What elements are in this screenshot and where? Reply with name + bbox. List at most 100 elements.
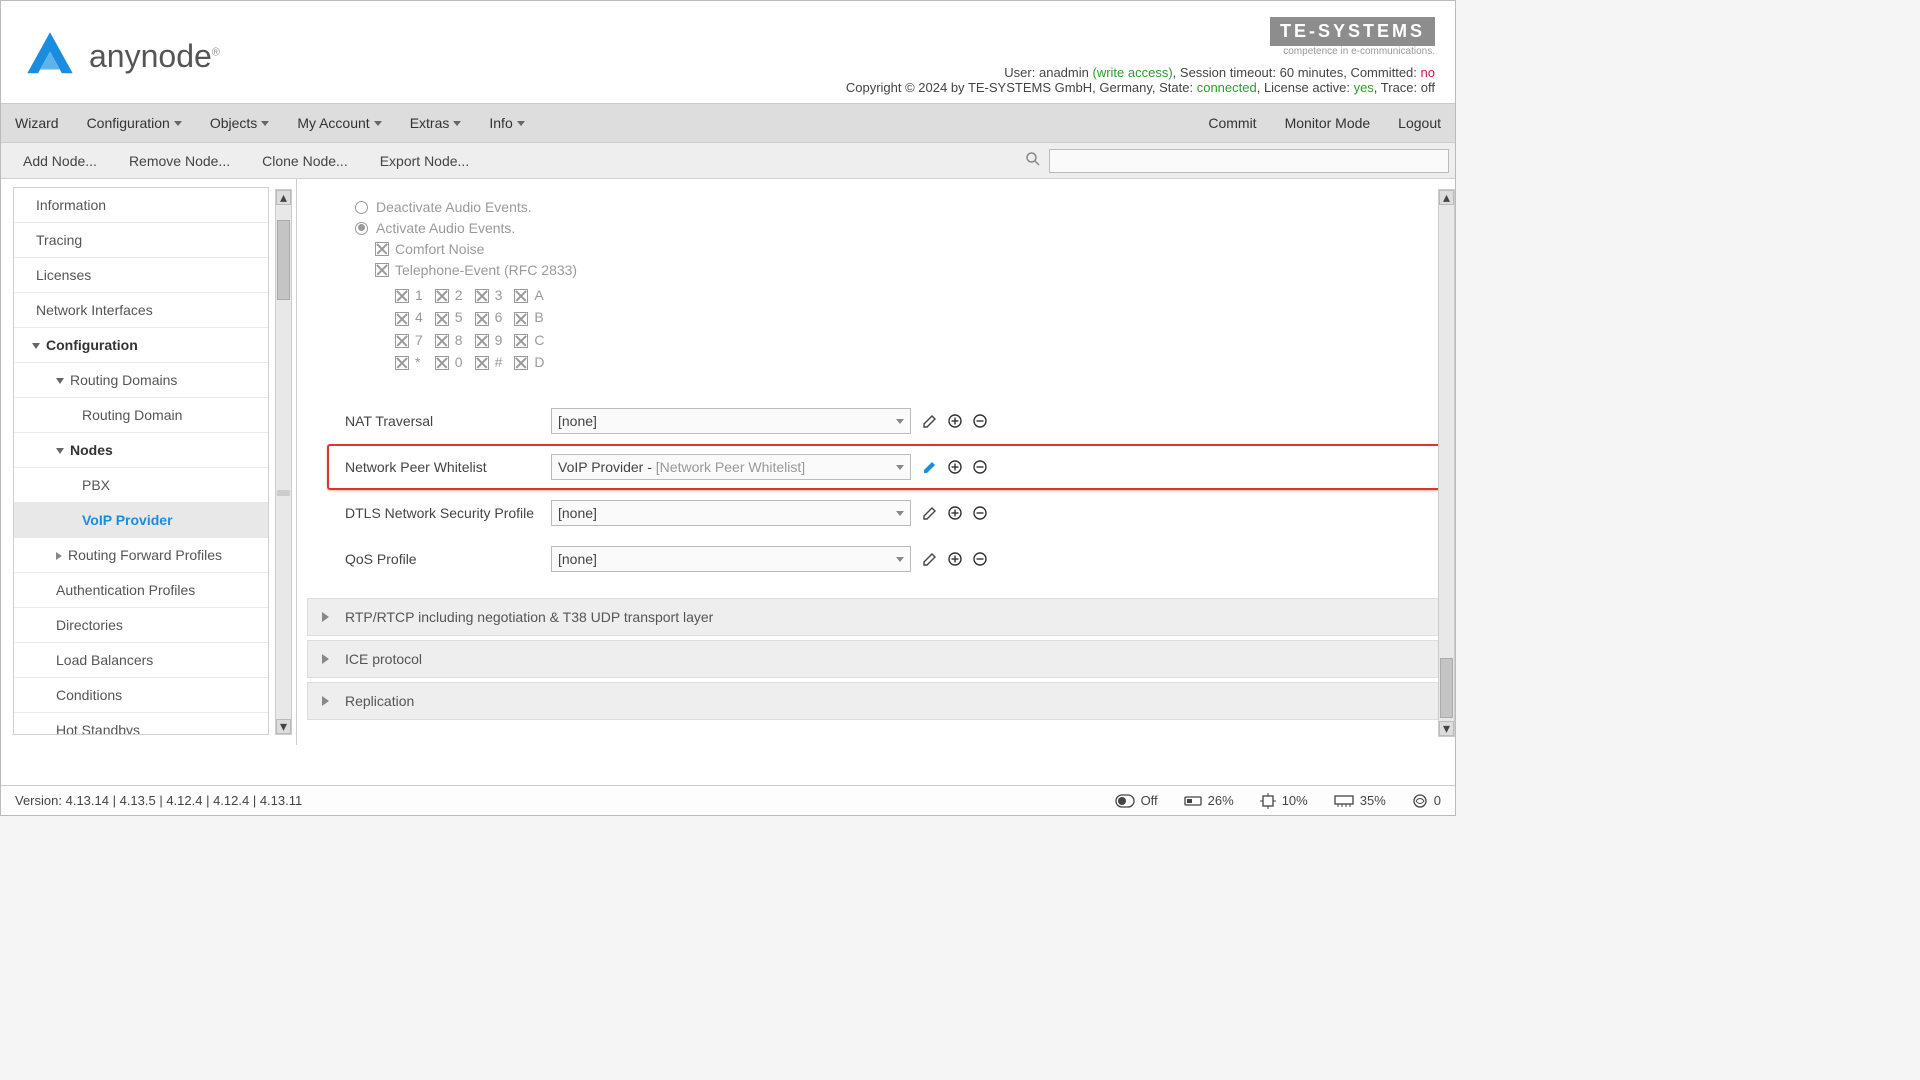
- add-node-button[interactable]: Add Node...: [7, 153, 113, 169]
- nav-pbx[interactable]: PBX: [14, 468, 268, 503]
- nav-nodes[interactable]: Nodes: [14, 433, 268, 468]
- menu-wizard[interactable]: Wizard: [1, 103, 73, 143]
- dtmf-grid: 123A456B789C*0#D: [393, 283, 1399, 374]
- dtmf-checkbox[interactable]: [475, 289, 489, 303]
- dtmf-checkbox[interactable]: [395, 334, 409, 348]
- nav-routing-forward-profiles[interactable]: Routing Forward Profiles: [14, 538, 268, 573]
- menu-logout[interactable]: Logout: [1384, 103, 1455, 143]
- peer-whitelist-select[interactable]: VoIP Provider - [Network Peer Whitelist]: [551, 454, 911, 480]
- menu-extras[interactable]: Extras: [396, 103, 476, 143]
- search-input[interactable]: [1049, 149, 1449, 173]
- activate-audio-label: Activate Audio Events.: [376, 220, 515, 236]
- nat-traversal-select[interactable]: [none]: [551, 408, 911, 434]
- dtmf-checkbox[interactable]: [435, 312, 449, 326]
- add-icon[interactable]: [946, 504, 964, 522]
- remove-icon[interactable]: [971, 550, 989, 568]
- nav-voip-provider[interactable]: VoIP Provider: [14, 503, 268, 538]
- dtmf-checkbox[interactable]: [514, 356, 528, 370]
- clone-node-button[interactable]: Clone Node...: [246, 153, 364, 169]
- dtmf-checkbox[interactable]: [514, 289, 528, 303]
- dtmf-checkbox[interactable]: [475, 312, 489, 326]
- edit-icon[interactable]: [921, 412, 939, 430]
- edit-icon[interactable]: [921, 504, 939, 522]
- status-off: Off: [1115, 793, 1158, 808]
- row-nat-traversal: NAT Traversal [none]: [327, 398, 1447, 444]
- nav-authentication-profiles[interactable]: Authentication Profiles: [14, 573, 268, 608]
- scroll-down-icon[interactable]: ▾: [276, 719, 291, 734]
- nav-configuration[interactable]: Configuration: [14, 328, 268, 363]
- edit-icon[interactable]: [921, 550, 939, 568]
- status-connections: 0: [1412, 793, 1441, 809]
- chevron-down-icon: [896, 419, 904, 424]
- nav-hot-standbys[interactable]: Hot Standbys: [14, 713, 268, 735]
- radio-deactivate-audio[interactable]: [355, 201, 368, 214]
- nav-information[interactable]: Information: [14, 188, 268, 223]
- scroll-thumb[interactable]: [1440, 658, 1453, 718]
- product-logo: anynode®: [23, 17, 220, 95]
- sidebar-scrollbar[interactable]: ▴ ▾: [275, 189, 292, 735]
- audio-events-section: Deactivate Audio Events. Activate Audio …: [307, 190, 1447, 394]
- caret-down-icon: [517, 121, 525, 126]
- menu-monitor-mode[interactable]: Monitor Mode: [1271, 103, 1385, 143]
- remove-node-button[interactable]: Remove Node...: [113, 153, 246, 169]
- dtmf-checkbox[interactable]: [475, 334, 489, 348]
- status-memory: 35%: [1334, 793, 1386, 808]
- scroll-thumb[interactable]: [277, 220, 290, 300]
- dtmf-checkbox[interactable]: [435, 334, 449, 348]
- radio-activate-audio[interactable]: [355, 222, 368, 235]
- menu-my-account[interactable]: My Account: [283, 103, 395, 143]
- section-rtp-rtcp[interactable]: RTP/RTCP including negotiation & T38 UDP…: [307, 598, 1447, 636]
- remove-icon[interactable]: [971, 458, 989, 476]
- menu-objects[interactable]: Objects: [196, 103, 283, 143]
- nav-load-balancers[interactable]: Load Balancers: [14, 643, 268, 678]
- partner-logo: TE-SYSTEMS: [1270, 17, 1435, 46]
- disk-icon: [1184, 794, 1202, 808]
- session-info-line: User: anadmin (write access), Session ti…: [846, 65, 1435, 80]
- dtmf-checkbox[interactable]: [395, 312, 409, 326]
- chk-telephone-event[interactable]: [375, 263, 389, 277]
- status-disk: 26%: [1184, 793, 1234, 808]
- nav-directories[interactable]: Directories: [14, 608, 268, 643]
- dtmf-checkbox[interactable]: [435, 356, 449, 370]
- qos-profile-select[interactable]: [none]: [551, 546, 911, 572]
- nav-network-interfaces[interactable]: Network Interfaces: [14, 293, 268, 328]
- dtmf-checkbox[interactable]: [395, 289, 409, 303]
- expand-icon: [32, 343, 40, 349]
- dtmf-checkbox[interactable]: [435, 289, 449, 303]
- menu-configuration[interactable]: Configuration: [73, 103, 196, 143]
- scroll-down-icon[interactable]: ▾: [1439, 721, 1454, 736]
- remove-icon[interactable]: [971, 504, 989, 522]
- nav-licenses[interactable]: Licenses: [14, 258, 268, 293]
- node-toolbar: Add Node... Remove Node... Clone Node...…: [1, 143, 1455, 179]
- search-icon[interactable]: [1017, 151, 1049, 170]
- chk-comfort-noise[interactable]: [375, 242, 389, 256]
- nav-routing-domains[interactable]: Routing Domains: [14, 363, 268, 398]
- partner-tagline: competence in e-communications.: [846, 46, 1435, 57]
- export-node-button[interactable]: Export Node...: [364, 153, 486, 169]
- nav-conditions[interactable]: Conditions: [14, 678, 268, 713]
- copyright-line: Copyright © 2024 by TE-SYSTEMS GmbH, Ger…: [846, 80, 1435, 95]
- menu-commit[interactable]: Commit: [1194, 103, 1270, 143]
- dtmf-checkbox[interactable]: [514, 312, 528, 326]
- remove-icon[interactable]: [971, 412, 989, 430]
- caret-down-icon: [174, 121, 182, 126]
- add-icon[interactable]: [946, 412, 964, 430]
- edit-icon[interactable]: [921, 458, 939, 476]
- dtmf-checkbox[interactable]: [395, 356, 409, 370]
- section-replication[interactable]: Replication: [307, 682, 1447, 720]
- dtls-profile-label: DTLS Network Security Profile: [345, 505, 551, 521]
- dtmf-checkbox[interactable]: [475, 356, 489, 370]
- dtls-profile-select[interactable]: [none]: [551, 500, 911, 526]
- menu-info[interactable]: Info: [475, 103, 538, 143]
- section-ice-protocol[interactable]: ICE protocol: [307, 640, 1447, 678]
- dtmf-checkbox[interactable]: [514, 334, 528, 348]
- add-icon[interactable]: [946, 550, 964, 568]
- brand-name: anynode: [89, 38, 212, 74]
- main-scrollbar[interactable]: ▴ ▾: [1438, 189, 1455, 737]
- add-icon[interactable]: [946, 458, 964, 476]
- nav-tracing[interactable]: Tracing: [14, 223, 268, 258]
- nav-routing-domain[interactable]: Routing Domain: [14, 398, 268, 433]
- anynode-icon: [23, 29, 77, 83]
- scroll-up-icon[interactable]: ▴: [1439, 190, 1454, 205]
- scroll-up-icon[interactable]: ▴: [276, 190, 291, 205]
